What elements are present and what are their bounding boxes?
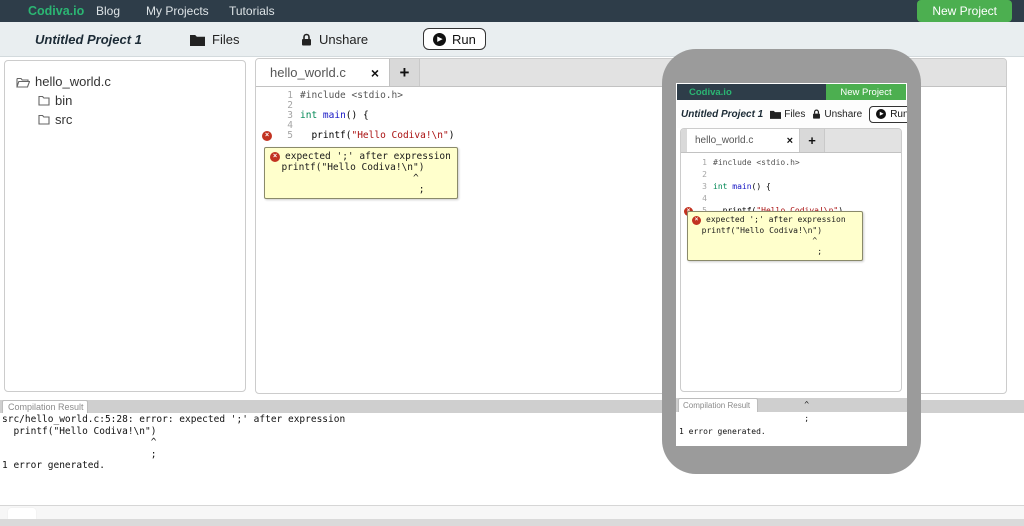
- line-number: 2: [702, 170, 707, 179]
- tree-item-label: bin: [55, 93, 73, 108]
- phone-error-tooltip-code: printf("Hello Codiva!\n") ^ ;: [701, 225, 823, 256]
- error-icon: ×: [262, 131, 272, 141]
- phone-new-project-button[interactable]: New Project: [826, 84, 906, 100]
- code-line[interactable]: 3 int main() {: [681, 181, 901, 193]
- phone-error-message: expected ';' after expression: [706, 215, 846, 224]
- phone-run-label: Run: [890, 108, 907, 120]
- nav-item-tutorials[interactable]: Tutorials: [229, 4, 275, 18]
- code-text: printf("Hello Codiva!\n"): [300, 130, 455, 141]
- phone-screen: Codiva.io New Project Untitled Project 1…: [676, 83, 907, 446]
- phone-new-tab-button[interactable]: +: [799, 129, 825, 152]
- phone-unshare-label: Unshare: [824, 108, 863, 120]
- close-tab-icon[interactable]: ×: [371, 65, 379, 81]
- new-project-button[interactable]: New Project: [917, 0, 1012, 22]
- code-line[interactable]: 2: [681, 169, 901, 181]
- line-number: 5: [287, 130, 293, 141]
- code-text: #include <stdio.h>: [300, 90, 403, 101]
- phone-top-navbar: Codiva.io New Project: [677, 84, 906, 100]
- lock-icon: [302, 33, 311, 46]
- error-icon: ×: [270, 151, 280, 162]
- compilation-result-tab[interactable]: Compilation Result: [2, 400, 88, 413]
- code-text: int main() {: [713, 182, 771, 191]
- phone-compilation-output: ^ ; 1 error generated.: [679, 400, 810, 436]
- tab-hello-world[interactable]: hello_world.c ×: [256, 59, 390, 86]
- tree-item-src[interactable]: src: [5, 110, 245, 129]
- unshare-label: Unshare: [319, 32, 369, 47]
- new-tab-button[interactable]: +: [390, 59, 420, 86]
- play-icon: ▶: [433, 32, 446, 46]
- phone-run-button[interactable]: ▶ Run: [869, 105, 907, 123]
- top-navbar: Codiva.io Blog My Projects Tutorials New…: [0, 0, 1024, 22]
- footer-tab: [8, 508, 36, 519]
- code-text: int main() {: [300, 110, 369, 121]
- file-tree-panel: hello_world.c bin src: [4, 60, 246, 392]
- error-icon: ×: [692, 215, 701, 225]
- closed-folder-icon: [38, 95, 50, 106]
- line-number: 3: [702, 182, 707, 191]
- line-number: 4: [702, 194, 707, 203]
- run-label: Run: [452, 31, 476, 47]
- files-button[interactable]: Files: [190, 32, 239, 47]
- files-label: Files: [212, 32, 240, 47]
- tree-item-label: hello_world.c: [35, 74, 111, 89]
- play-icon: ▶: [876, 109, 887, 119]
- phone-files-label: Files: [784, 108, 806, 120]
- tree-item-bin[interactable]: bin: [5, 91, 245, 110]
- gutter-error-slot: ×: [256, 131, 282, 141]
- footer-strip: [0, 505, 1024, 519]
- phone-error-tooltip-title: × expected ';' after expression: [692, 215, 858, 226]
- phone-project-toolbar: Untitled Project 1 Files Unshare ▶ Run: [677, 100, 907, 128]
- footer-bottom-strip: [0, 519, 1024, 526]
- compilation-output: src/hello_world.c:5:28: error: expected …: [2, 414, 346, 471]
- brand-logo[interactable]: Codiva.io: [28, 4, 84, 18]
- error-tooltip: × expected ';' after expression printf("…: [264, 147, 458, 199]
- tab-label: hello_world.c: [270, 65, 346, 80]
- phone-tab-hello-world[interactable]: hello_world.c ×: [687, 129, 799, 152]
- project-title: Untitled Project 1: [35, 32, 142, 47]
- code-line[interactable]: 1 #include <stdio.h>: [681, 157, 901, 169]
- phone-tab-label: hello_world.c: [695, 135, 754, 146]
- tree-item-label: src: [55, 112, 73, 127]
- nav-item-my-projects[interactable]: My Projects: [146, 4, 209, 18]
- close-tab-icon[interactable]: ×: [787, 135, 793, 147]
- phone-unshare-button[interactable]: Unshare: [812, 109, 862, 120]
- phone-mockup: Codiva.io New Project Untitled Project 1…: [662, 49, 921, 474]
- phone-error-tooltip: × expected ';' after expression printf("…: [687, 211, 863, 261]
- codiva-ide: Codiva.io Blog My Projects Tutorials New…: [0, 0, 1024, 526]
- open-folder-icon: [16, 77, 30, 88]
- phone-brand-logo[interactable]: Codiva.io: [689, 87, 732, 98]
- error-tooltip-title: × expected ';' after expression: [270, 151, 452, 162]
- phone-code-area[interactable]: 1#include <stdio.h>2 3int main() {4 ×5 p…: [681, 153, 901, 217]
- closed-folder-icon: [38, 114, 50, 125]
- nav-item-blog[interactable]: Blog: [96, 4, 120, 18]
- unshare-button[interactable]: Unshare: [301, 32, 368, 47]
- error-message: expected ';' after expression: [285, 151, 451, 162]
- tree-item-hello-world[interactable]: hello_world.c: [5, 72, 245, 91]
- folder-icon: [190, 34, 205, 46]
- line-number: 1: [702, 158, 707, 167]
- folder-icon: [770, 110, 782, 119]
- lock-icon: [813, 109, 821, 119]
- phone-editor-tabbar: hello_world.c × +: [681, 129, 901, 153]
- code-line[interactable]: 4: [681, 193, 901, 205]
- error-tooltip-code: printf("Hello Codiva!\n") ^ ;: [281, 162, 425, 195]
- run-button[interactable]: ▶ Run: [423, 28, 486, 50]
- code-text: #include <stdio.h>: [713, 158, 800, 167]
- phone-files-button[interactable]: Files: [770, 109, 805, 120]
- phone-project-title: Untitled Project 1: [681, 108, 764, 120]
- phone-tabbar-empty-space: [825, 129, 901, 152]
- phone-editor-panel: hello_world.c × + 1 #include <stdio.h> 2 3…: [680, 128, 902, 392]
